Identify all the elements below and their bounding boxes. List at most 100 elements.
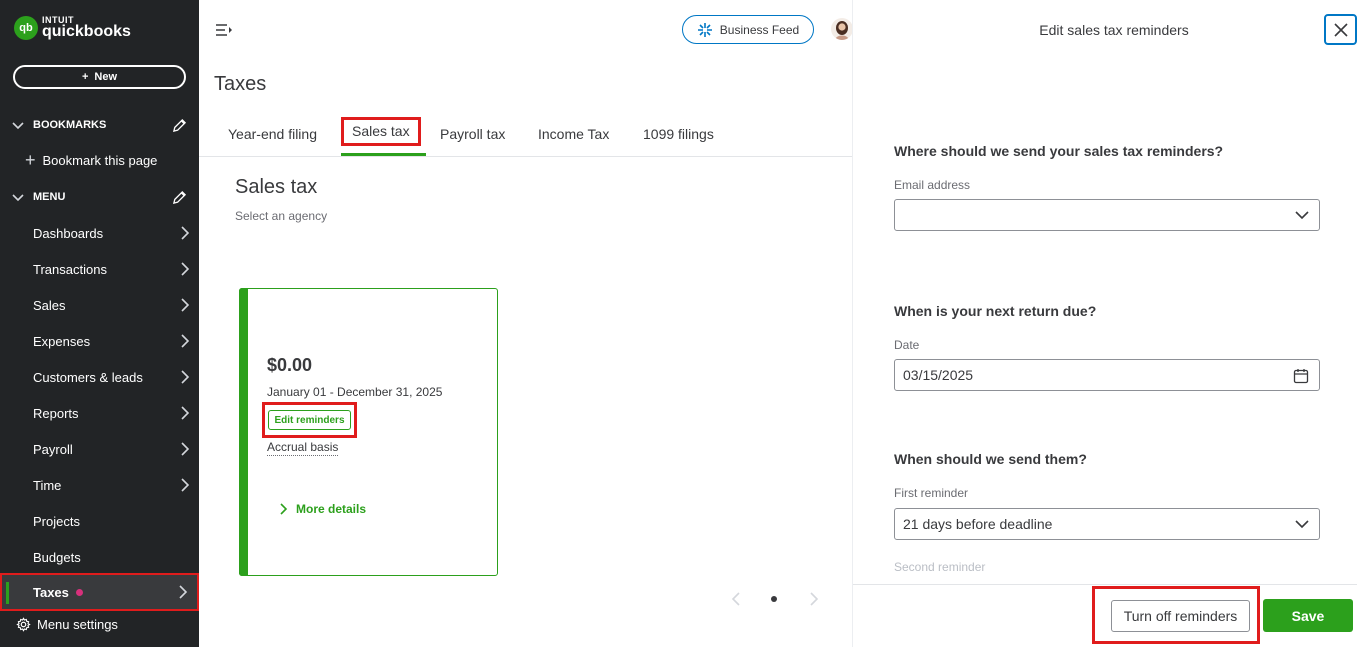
chevron-right-icon <box>181 262 190 276</box>
drawer-title: Edit sales tax reminders <box>1039 22 1189 38</box>
chevron-right-icon <box>179 585 188 599</box>
bookmark-this-page[interactable]: + Bookmark this page <box>25 151 157 169</box>
accounting-basis[interactable]: Accrual basis <box>267 440 339 456</box>
sidebar-item-label: Time <box>33 477 62 493</box>
sidebar-item-label: Reports <box>33 405 79 421</box>
sidebar-item-label: Expenses <box>33 333 91 349</box>
new-button-label: New <box>94 71 118 83</box>
more-details-link[interactable]: More details <box>280 502 366 516</box>
sidebar-item-label: Sales <box>33 297 66 313</box>
notification-dot <box>75 588 83 596</box>
tab-year-end-filing[interactable]: Year-end filing <box>228 126 317 142</box>
chevron-right-icon[interactable] <box>809 592 819 606</box>
menu-settings[interactable]: Menu settings <box>16 617 118 632</box>
edit-reminders-drawer: Edit sales tax reminders Where should we… <box>852 0 1357 647</box>
active-indicator <box>6 582 9 604</box>
chevron-right-icon <box>181 478 190 492</box>
section-subtitle: Select an agency <box>235 209 328 223</box>
business-feed-label: Business Feed <box>719 22 800 37</box>
sidebar-item-transactions[interactable]: Transactions <box>0 256 199 282</box>
email-question: Where should we send your sales tax remi… <box>894 143 1224 159</box>
chevron-down-icon <box>12 194 24 202</box>
chevron-down-icon <box>1295 520 1309 529</box>
sidebar-item-customers-leads[interactable]: Customers & leads <box>0 364 199 390</box>
collapse-menu-icon[interactable] <box>215 23 233 37</box>
quickbooks-logo[interactable]: qb INTUIT quickbooks <box>14 16 131 40</box>
sidebar-item-budgets[interactable]: Budgets <box>0 544 199 570</box>
due-question: When is your next return due? <box>894 303 1097 319</box>
chevron-right-icon <box>181 226 190 240</box>
card-accent-bar <box>239 288 248 576</box>
drawer-footer: Turn off reminders Save <box>853 584 1357 647</box>
close-button[interactable] <box>1324 14 1357 45</box>
user-avatar-icon <box>835 21 849 40</box>
menu-settings-label: Menu settings <box>37 617 118 632</box>
pencil-icon[interactable] <box>172 190 187 205</box>
first-reminder-select[interactable]: 21 days before deadline <box>894 508 1320 540</box>
sidebar-item-label: Dashboards <box>33 225 104 241</box>
tax-period: January 01 - December 31, 2025 <box>267 385 443 399</box>
sidebar-item-expenses[interactable]: Expenses <box>0 328 199 354</box>
business-feed-button[interactable]: Business Feed <box>682 15 814 44</box>
tab-bar: Year-end filing Sales tax Payroll tax In… <box>199 117 852 157</box>
sidebar-item-label: Taxes <box>33 584 69 600</box>
qb-logo-icon: qb <box>14 16 38 40</box>
sidebar-item-label: Customers & leads <box>33 369 143 385</box>
date-field[interactable]: 03/15/2025 <box>894 359 1320 391</box>
sidebar-item-taxes[interactable]: Taxes <box>0 573 199 611</box>
turn-off-reminders-button[interactable]: Turn off reminders <box>1111 600 1250 632</box>
bookmarks-header[interactable]: BOOKMARKS <box>12 115 187 135</box>
highlight-box: Edit reminders <box>262 402 357 438</box>
sidebar-item-time[interactable]: Time <box>0 472 199 498</box>
chevron-right-icon <box>181 298 190 312</box>
more-details-label: More details <box>296 502 367 516</box>
bookmark-this-page-label: Bookmark this page <box>42 152 158 168</box>
section-title: Sales tax <box>235 176 318 198</box>
chevron-right-icon <box>181 442 190 456</box>
when-question: When should we send them? <box>894 451 1087 467</box>
save-button[interactable]: Save <box>1263 599 1353 632</box>
tab-payroll-tax[interactable]: Payroll tax <box>440 126 505 142</box>
main-content: Business Feed Taxes Year-end filing Sale… <box>199 0 853 647</box>
sidebar-item-dashboards[interactable]: Dashboards <box>0 220 199 246</box>
chevron-down-icon <box>1295 211 1309 220</box>
chevron-left-icon[interactable] <box>731 592 741 606</box>
chevron-down-icon <box>12 122 24 130</box>
first-reminder-value: 21 days before deadline <box>903 516 1053 532</box>
new-button[interactable]: + New <box>13 65 186 89</box>
pencil-icon[interactable] <box>172 118 187 133</box>
tab-1099-filings[interactable]: 1099 filings <box>643 126 714 142</box>
agency-card[interactable]: $0.00 January 01 - December 31, 2025 Edi… <box>239 288 498 576</box>
chevron-right-icon <box>181 334 190 348</box>
sidebar: qb INTUIT quickbooks + New BOOKMARKS + B… <box>0 0 199 647</box>
plus-icon: + <box>25 150 36 170</box>
sidebar-item-label: Budgets <box>33 549 81 565</box>
chevron-right-icon <box>280 503 288 515</box>
calendar-icon[interactable] <box>1293 368 1309 384</box>
sidebar-item-sales[interactable]: Sales <box>0 292 199 318</box>
sidebar-item-payroll[interactable]: Payroll <box>0 436 199 462</box>
active-tab-indicator <box>341 153 426 156</box>
avatar[interactable] <box>831 18 853 40</box>
sidebar-item-label: Payroll <box>33 441 73 457</box>
sparkle-icon <box>697 22 712 37</box>
menu-label: MENU <box>33 191 66 203</box>
email-select[interactable] <box>894 199 1320 231</box>
page-title: Taxes <box>214 73 267 95</box>
first-reminder-label: First reminder <box>894 486 969 500</box>
plus-icon: + <box>81 71 89 83</box>
menu-header[interactable]: MENU <box>12 187 187 207</box>
tab-sales-tax[interactable]: Sales tax <box>341 117 421 146</box>
chevron-right-icon <box>181 370 190 384</box>
sidebar-item-reports[interactable]: Reports <box>0 400 199 426</box>
second-reminder-label: Second reminder <box>894 560 986 574</box>
pager-dot[interactable] <box>771 596 777 602</box>
tab-income-tax[interactable]: Income Tax <box>538 126 609 142</box>
date-label: Date <box>894 338 920 352</box>
sidebar-item-projects[interactable]: Projects <box>0 508 199 534</box>
logo-quickbooks-text: quickbooks <box>42 23 131 40</box>
edit-reminders-button[interactable]: Edit reminders <box>268 410 351 430</box>
close-icon <box>1333 22 1348 37</box>
bookmarks-label: BOOKMARKS <box>33 119 107 131</box>
date-value: 03/15/2025 <box>903 367 974 383</box>
